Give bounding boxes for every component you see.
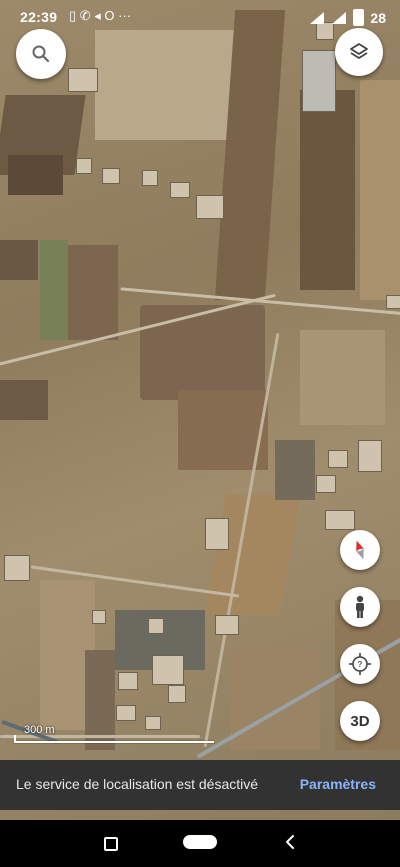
map-building xyxy=(205,518,229,550)
scale-label: 300 m xyxy=(24,724,55,736)
map-building xyxy=(145,716,161,730)
map-building xyxy=(152,655,184,685)
map-field xyxy=(8,155,63,195)
map-building xyxy=(92,610,106,624)
status-time: 22:39 xyxy=(20,9,58,25)
map-building xyxy=(68,68,98,92)
map-field xyxy=(360,80,400,300)
my-location-button[interactable]: ? xyxy=(340,644,380,684)
location-target-icon: ? xyxy=(349,653,371,675)
search-icon xyxy=(32,45,50,63)
map-scale-bar: 300 m xyxy=(14,724,214,743)
3d-view-button[interactable]: 3D xyxy=(340,701,380,741)
map-field xyxy=(40,240,68,340)
map-building xyxy=(76,158,92,174)
layers-icon xyxy=(350,43,368,59)
map-field xyxy=(140,305,265,400)
notification-icons: ▯ ✆ ◂ O ··· xyxy=(57,8,131,24)
home-button[interactable] xyxy=(183,835,217,849)
map-field xyxy=(95,30,235,140)
map-building xyxy=(302,50,336,112)
pegman-icon xyxy=(356,595,364,618)
map-building xyxy=(4,555,30,581)
wifi-signal-icon xyxy=(310,11,325,24)
map-building xyxy=(142,170,158,186)
battery-icon xyxy=(353,9,365,26)
map-building xyxy=(102,168,120,184)
map-field xyxy=(68,245,118,340)
map-building xyxy=(215,615,239,635)
map-field xyxy=(300,90,355,290)
search-button[interactable] xyxy=(16,29,66,79)
compass-icon xyxy=(356,540,364,560)
snackbar-message: Le service de localisation est désactivé xyxy=(16,776,259,792)
map-field xyxy=(300,330,385,425)
map-field xyxy=(275,440,315,500)
map-building xyxy=(168,685,186,703)
mobile-signal-icon xyxy=(332,11,347,24)
map-building xyxy=(148,618,164,634)
system-navigation-bar xyxy=(0,820,400,867)
map-building xyxy=(118,672,138,690)
svg-text:?: ? xyxy=(358,660,363,669)
battery-level: 28 xyxy=(370,9,386,26)
map-field xyxy=(230,650,320,750)
notification-icons-text: ▯ ✆ ◂ O ··· xyxy=(69,8,132,23)
map-building xyxy=(386,295,400,309)
scale-line xyxy=(14,741,214,743)
back-button[interactable] xyxy=(284,834,296,850)
compass-button[interactable] xyxy=(340,530,380,570)
map-building xyxy=(170,182,190,198)
satellite-map[interactable]: 300 m xyxy=(0,0,400,820)
recents-button[interactable] xyxy=(104,837,118,851)
map-field xyxy=(204,495,301,615)
map-building xyxy=(358,440,382,472)
layers-button[interactable] xyxy=(335,28,383,76)
map-building xyxy=(196,195,224,219)
map-field xyxy=(0,380,48,420)
scale-tick xyxy=(14,735,16,743)
map-field xyxy=(0,240,38,280)
settings-action-button[interactable]: Paramètres xyxy=(300,776,376,792)
map-building xyxy=(325,510,355,530)
map-building xyxy=(316,475,336,493)
map-building xyxy=(116,705,136,721)
3d-label: 3D xyxy=(350,712,370,730)
street-view-button[interactable] xyxy=(340,587,380,627)
map-building xyxy=(328,450,348,468)
status-right-group: 28 xyxy=(309,9,386,26)
location-snackbar: Le service de localisation est désactivé… xyxy=(0,760,400,810)
status-bar: 22:39 ▯ ✆ ◂ O ··· 28 xyxy=(0,0,400,34)
